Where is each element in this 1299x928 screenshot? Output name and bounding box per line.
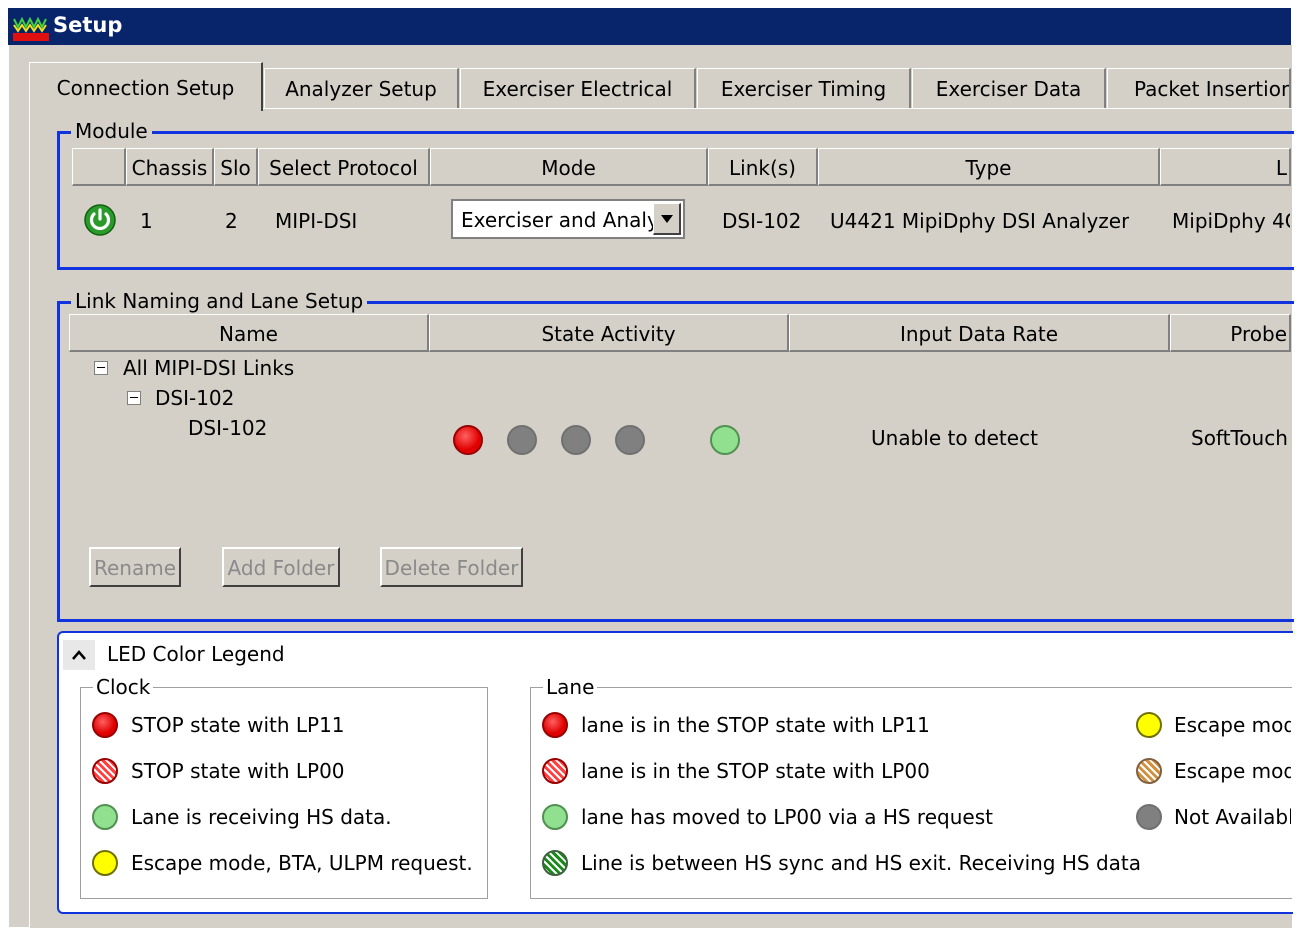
legend-lane-item: lane is in the STOP state with LP11	[581, 713, 930, 737]
legend-title: LED Color Legend	[107, 642, 285, 666]
window-title: Setup	[53, 13, 123, 37]
legend-toggle-button[interactable]	[63, 640, 95, 670]
module-protocol[interactable]: MIPI-DSI	[275, 209, 357, 233]
legend-lane-item-right: Escape mode	[1174, 713, 1291, 737]
link-col-state-activity[interactable]: State Activity	[429, 314, 789, 352]
led-lane-3-gray	[615, 425, 645, 455]
tree-folder[interactable]: DSI-102	[155, 386, 234, 410]
tab-exerciser-electrical[interactable]: Exerciser Electrical	[460, 68, 696, 109]
module-extra: MipiDphy 4G	[1172, 209, 1290, 233]
led-yellow-icon	[1136, 712, 1162, 738]
module-type: U4421 MipiDphy DSI Analyzer	[830, 209, 1130, 233]
input-data-rate: Unable to detect	[871, 426, 1038, 450]
legend-lane-title: Lane	[543, 676, 598, 698]
delete-folder-button[interactable]: Delete Folder	[380, 547, 523, 587]
led-clock-green	[710, 425, 740, 455]
led-red-icon	[92, 712, 118, 738]
rename-button[interactable]: Rename	[89, 547, 181, 587]
led-orange-hatched-icon	[1136, 758, 1162, 784]
led-yellow-icon	[92, 850, 118, 876]
led-red-icon	[542, 712, 568, 738]
module-links: DSI-102	[722, 209, 802, 233]
link-col-probe[interactable]: Probe	[1170, 314, 1291, 352]
module-col-status	[72, 148, 126, 186]
module-col-protocol[interactable]: Select Protocol	[258, 148, 430, 186]
module-slot: 2	[225, 209, 238, 233]
tree-collapse-icon[interactable]	[94, 361, 108, 375]
mode-select[interactable]: Exerciser and Analyzer	[451, 199, 685, 239]
module-col-mode[interactable]: Mode	[430, 148, 708, 186]
module-chassis: 1	[140, 209, 153, 233]
module-col-chassis[interactable]: Chassis	[126, 148, 214, 186]
chevron-up-icon	[72, 650, 86, 660]
probe-value: SoftTouch	[1191, 426, 1288, 450]
legend-clock-item: Escape mode, BTA, ULPM request.	[131, 851, 473, 875]
tab-packet-insertion[interactable]: Packet Insertion	[1107, 68, 1291, 108]
module-col-type[interactable]: Type	[818, 148, 1160, 186]
mode-select-value: Exerciser and Analyzer	[461, 208, 653, 232]
legend-lane-item-right: Not Available	[1174, 805, 1291, 829]
legend-lane-item: lane has moved to LP00 via a HS request	[581, 805, 993, 829]
module-col-extra[interactable]: L	[1160, 148, 1291, 186]
module-group-title: Module	[71, 120, 152, 142]
legend-lane-item: lane is in the STOP state with LP00	[581, 759, 930, 783]
link-col-input-data-rate[interactable]: Input Data Rate	[789, 314, 1170, 352]
tab-exerciser-data[interactable]: Exerciser Data	[912, 68, 1106, 109]
tab-analyzer-setup[interactable]: Analyzer Setup	[264, 68, 459, 109]
module-col-links[interactable]: Link(s)	[708, 148, 818, 186]
legend-clock-title: Clock	[93, 676, 154, 698]
add-folder-button[interactable]: Add Folder	[222, 547, 340, 587]
tree-root[interactable]: All MIPI-DSI Links	[123, 356, 294, 380]
legend-clock-item: Lane is receiving HS data.	[131, 805, 392, 829]
led-lane-1-gray	[507, 425, 537, 455]
link-col-name[interactable]: Name	[69, 314, 429, 352]
led-red-hatched-icon	[542, 758, 568, 784]
led-lane-0-red	[453, 425, 483, 455]
title-bar[interactable]: Setup	[8, 8, 1291, 45]
link-naming-group-title: Link Naming and Lane Setup	[71, 290, 368, 312]
led-lane-2-gray	[561, 425, 591, 455]
legend-clock-item: STOP state with LP11	[131, 713, 345, 737]
led-gray-icon	[1136, 804, 1162, 830]
app-icon	[13, 16, 49, 41]
led-green-hatched-icon	[542, 850, 568, 876]
tree-leaf[interactable]: DSI-102	[188, 416, 267, 440]
led-green-icon	[92, 804, 118, 830]
chevron-down-icon[interactable]	[653, 203, 681, 235]
led-red-hatched-icon	[92, 758, 118, 784]
tree-collapse-icon[interactable]	[127, 391, 141, 405]
module-col-slot[interactable]: Slo	[214, 148, 258, 186]
tab-exerciser-timing[interactable]: Exerciser Timing	[697, 68, 911, 109]
legend-clock-item: STOP state with LP00	[131, 759, 345, 783]
legend-lane-item-right: Escape mode	[1174, 759, 1291, 783]
tab-connection-setup[interactable]: Connection Setup	[29, 62, 263, 111]
power-on-icon[interactable]	[83, 203, 117, 237]
led-green-icon	[542, 804, 568, 830]
legend-lane-item: Line is between HS sync and HS exit. Rec…	[581, 851, 1141, 875]
